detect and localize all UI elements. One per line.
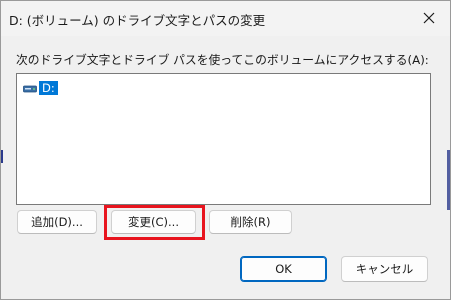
ok-button[interactable]: OK	[240, 256, 327, 282]
change-button[interactable]: 変更(C)...	[111, 210, 196, 234]
close-icon	[423, 12, 435, 24]
cancel-button[interactable]: キャンセル	[341, 256, 428, 282]
drive-path-list[interactable]: D:	[16, 73, 431, 205]
list-item[interactable]: D:	[23, 81, 58, 95]
window-title: D: (ボリューム) のドライブ文字とパスの変更	[9, 13, 266, 28]
add-button[interactable]: 追加(D)...	[17, 210, 97, 234]
access-prompt-label: 次のドライブ文字とドライブ パスを使ってこのボリュームにアクセスする(A):	[16, 53, 429, 67]
change-drive-letter-dialog: D: (ボリューム) のドライブ文字とパスの変更 次のドライブ文字とドライブ パ…	[0, 0, 451, 300]
background-window-edge-left	[0, 150, 3, 163]
background-window-edge-right	[447, 150, 451, 210]
delete-button[interactable]: 削除(R)	[209, 210, 292, 234]
close-button[interactable]	[407, 0, 451, 36]
title-bar: D: (ボリューム) のドライブ文字とパスの変更	[0, 0, 451, 36]
drive-letter-label: D:	[39, 81, 58, 95]
drive-icon	[23, 85, 37, 92]
